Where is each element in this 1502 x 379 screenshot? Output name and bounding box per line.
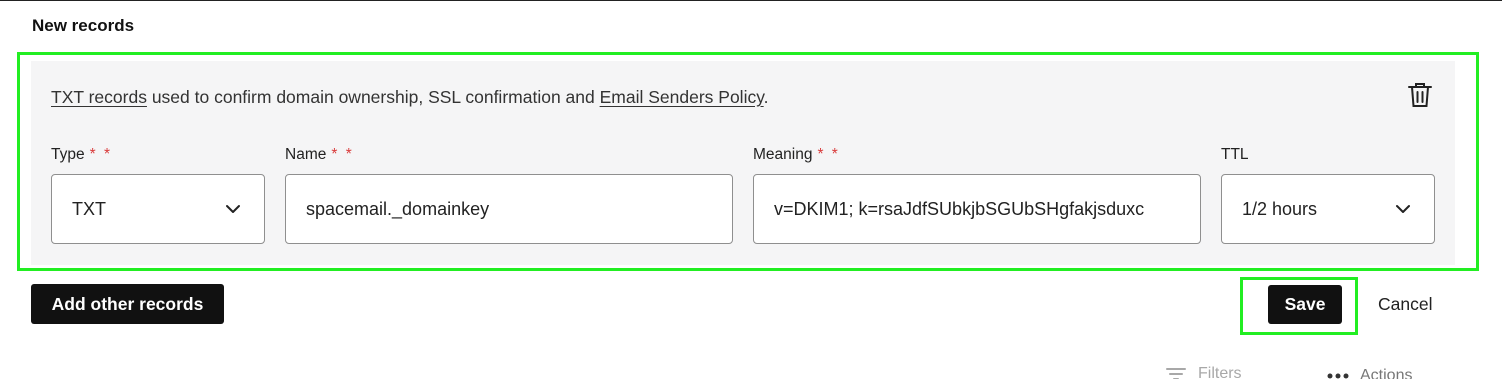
- name-value: spacemail._domainkey: [306, 198, 490, 219]
- type-label: Type * *: [51, 146, 112, 163]
- filters-label: Filters: [1198, 365, 1242, 379]
- add-other-records-button[interactable]: Add other records: [31, 284, 224, 324]
- type-value: TXT: [72, 198, 106, 219]
- name-label: Name * *: [285, 146, 354, 163]
- record-description: TXT records used to confirm domain owner…: [51, 87, 769, 108]
- txt-records-link[interactable]: TXT records: [51, 87, 147, 107]
- filters-button[interactable]: Filters: [1166, 365, 1242, 379]
- type-select[interactable]: TXT: [51, 174, 265, 244]
- name-input[interactable]: spacemail._domainkey: [285, 174, 733, 244]
- ttl-value: 1/2 hours: [1242, 198, 1318, 219]
- chevron-down-icon: [226, 205, 240, 213]
- record-card: TXT records used to confirm domain owner…: [31, 61, 1455, 265]
- description-text: used to confirm domain ownership, SSL co…: [146, 87, 600, 107]
- new-records-page: New records TXT records used to confirm …: [0, 0, 1502, 379]
- description-end: .: [763, 87, 769, 107]
- email-senders-policy-link[interactable]: Email Senders Policy: [600, 87, 764, 107]
- cancel-button[interactable]: Cancel: [1378, 294, 1432, 315]
- ttl-label: TTL: [1221, 146, 1249, 163]
- trash-icon[interactable]: [1407, 81, 1433, 109]
- ttl-select[interactable]: 1/2 hours: [1221, 174, 1435, 244]
- required-marker: * *: [331, 146, 354, 163]
- chevron-down-icon: [1396, 205, 1410, 213]
- section-title: New records: [32, 16, 135, 35]
- meaning-label: Meaning * *: [753, 146, 840, 163]
- actions-button[interactable]: Actions: [1326, 367, 1412, 379]
- required-marker: * *: [817, 146, 840, 163]
- filter-icon: [1166, 368, 1186, 379]
- more-dots-icon: [1327, 373, 1349, 379]
- meaning-input[interactable]: v=DKIM1; k=rsaJdfSUbkjbSGUbSHgfakjsduxc: [753, 174, 1201, 244]
- meaning-value: v=DKIM1; k=rsaJdfSUbkjbSGUbSHgfakjsduxc: [774, 198, 1145, 219]
- required-marker: * *: [89, 146, 112, 163]
- actions-label: Actions: [1360, 367, 1413, 379]
- save-button[interactable]: Save: [1268, 285, 1342, 324]
